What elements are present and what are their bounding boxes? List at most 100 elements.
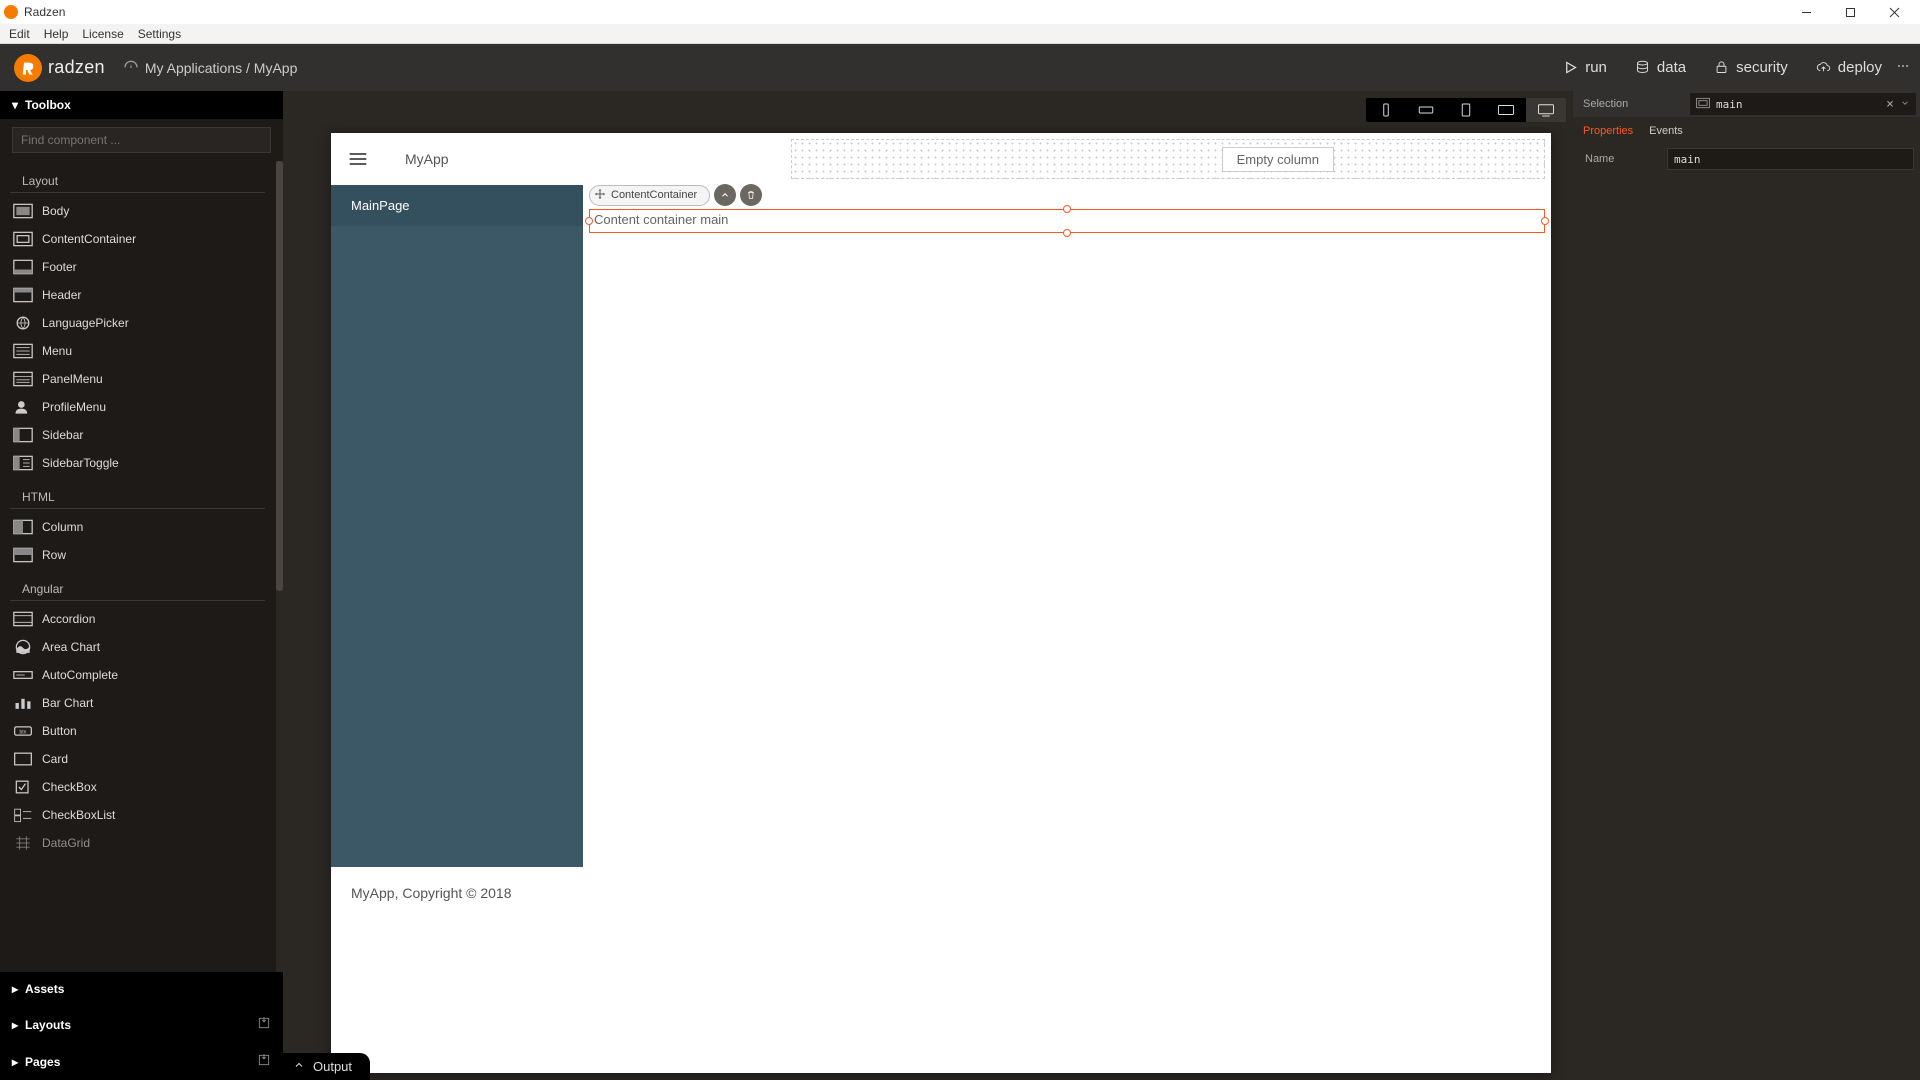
section-angular: Angular	[10, 574, 265, 601]
layouts-section[interactable]: ▸ Layouts	[0, 1006, 283, 1043]
card-icon	[12, 750, 34, 768]
device-tablet-landscape[interactable]	[1486, 98, 1526, 122]
toolbox-header[interactable]: ▾ Toolbox	[0, 91, 283, 119]
pages-section[interactable]: ▸ Pages	[0, 1043, 283, 1080]
page-main: ContentContainer Content container main	[583, 185, 1551, 867]
device-phone-landscape[interactable]	[1406, 98, 1446, 122]
globe-icon	[12, 314, 34, 332]
menu-edit[interactable]: Edit	[2, 25, 37, 43]
property-name-input[interactable]: main	[1667, 148, 1914, 170]
menu-icon	[12, 342, 34, 360]
section-html: HTML	[10, 482, 265, 509]
more-icon[interactable]	[1896, 59, 1910, 76]
run-button[interactable]: run	[1563, 59, 1607, 76]
content-container-label: Content container main	[594, 212, 728, 227]
tool-header[interactable]: Header	[0, 281, 275, 309]
tool-barchart[interactable]: Bar Chart	[0, 689, 275, 717]
clear-selection-icon[interactable]: ×	[1886, 97, 1894, 112]
canvas-area: MyApp Empty column MainPage ContentConta…	[283, 91, 1573, 1080]
menubar: Edit Help License Settings	[0, 24, 1920, 44]
selection-label: Selection	[1573, 98, 1690, 110]
datagrid-icon	[12, 834, 34, 852]
tab-properties[interactable]: Properties	[1583, 125, 1633, 137]
selection-dropdown[interactable]: main ×	[1690, 93, 1916, 115]
device-bar	[1366, 98, 1566, 122]
tool-profilemenu[interactable]: ProfileMenu	[0, 393, 275, 421]
tool-autocomplete[interactable]: AutoComplete	[0, 661, 275, 689]
tool-checkboxlist[interactable]: CheckBoxList	[0, 801, 275, 829]
window-title: Radzen	[24, 5, 1784, 19]
left-sidebar: ▾ Toolbox Layout Body ContentContainer F…	[0, 91, 283, 1080]
resize-handle-bottom[interactable]	[1063, 229, 1071, 237]
person-icon	[12, 398, 34, 416]
tool-datagrid[interactable]: DataGrid	[0, 829, 275, 857]
tool-checkbox[interactable]: CheckBox	[0, 773, 275, 801]
device-tablet-portrait[interactable]	[1446, 98, 1486, 122]
assets-section[interactable]: ▸ Assets	[0, 972, 283, 1006]
content-container-selected[interactable]: Content container main	[589, 209, 1545, 233]
tool-languagepicker[interactable]: LanguagePicker	[0, 309, 275, 337]
tool-areachart[interactable]: Area Chart	[0, 633, 275, 661]
resize-handle-right[interactable]	[1541, 217, 1549, 225]
window-maximize-button[interactable]	[1828, 0, 1872, 24]
autocomplete-icon	[12, 666, 34, 684]
menu-settings[interactable]: Settings	[131, 25, 188, 43]
tool-row[interactable]: Row	[0, 541, 275, 569]
tool-column[interactable]: Column	[0, 513, 275, 541]
sidebar-item-mainpage[interactable]: MainPage	[331, 185, 583, 226]
data-button[interactable]: data	[1635, 59, 1686, 76]
device-phone-portrait[interactable]	[1366, 98, 1406, 122]
security-button[interactable]: security	[1714, 59, 1788, 76]
app-logo	[14, 54, 42, 82]
page-sidebar: MainPage	[331, 185, 583, 867]
search-input[interactable]	[12, 127, 271, 153]
window-minimize-button[interactable]	[1784, 0, 1828, 24]
menu-license[interactable]: License	[75, 25, 130, 43]
areachart-icon	[12, 638, 34, 656]
tool-accordion[interactable]: Accordion	[0, 605, 275, 633]
tool-card[interactable]: Card	[0, 745, 275, 773]
menu-help[interactable]: Help	[37, 25, 76, 43]
import-icon[interactable]	[257, 1016, 271, 1033]
tool-menu[interactable]: Menu	[0, 337, 275, 365]
tab-events[interactable]: Events	[1649, 125, 1683, 137]
tool-button[interactable]: btnButton	[0, 717, 275, 745]
tool-body[interactable]: Body	[0, 197, 275, 225]
delete-selection-button[interactable]	[740, 184, 762, 206]
select-parent-button[interactable]	[714, 184, 736, 206]
chevron-down-icon[interactable]	[1900, 98, 1910, 111]
deploy-button[interactable]: deploy	[1816, 59, 1882, 76]
toolbox-scrollbar[interactable]	[276, 161, 283, 972]
tool-footer[interactable]: Footer	[0, 253, 275, 281]
import-icon[interactable]	[257, 1053, 271, 1070]
tool-panelmenu[interactable]: PanelMenu	[0, 365, 275, 393]
brand-text: radzen	[48, 57, 105, 78]
output-panel-toggle[interactable]: Output	[283, 1053, 370, 1080]
tool-sidebar[interactable]: Sidebar	[0, 421, 275, 449]
empty-column-dropzone[interactable]: Empty column	[791, 139, 1545, 179]
scrollbar-thumb[interactable]	[276, 161, 283, 591]
hamburger-icon[interactable]	[331, 133, 385, 185]
move-icon	[594, 188, 606, 203]
resize-handle-top[interactable]	[1063, 205, 1071, 213]
svg-text:btn: btn	[20, 730, 27, 736]
cloud-upload-icon	[1816, 60, 1831, 75]
property-name-label: Name	[1579, 153, 1667, 165]
breadcrumb[interactable]: My Applications / MyApp	[145, 60, 298, 76]
window-titlebar: Radzen	[0, 0, 1920, 24]
chevron-right-icon: ▸	[12, 982, 18, 996]
app-header: radzen My Applications / MyApp run data …	[0, 44, 1920, 91]
column-icon	[12, 518, 34, 536]
tool-sidebartoggle[interactable]: SidebarToggle	[0, 449, 275, 477]
footer-icon	[12, 258, 34, 276]
toolbox-list: Layout Body ContentContainer Footer Head…	[0, 161, 283, 972]
window-close-button[interactable]	[1872, 0, 1916, 24]
chevron-right-icon: ▸	[12, 1055, 18, 1069]
selection-pill[interactable]: ContentContainer	[589, 185, 710, 206]
sidebar-icon	[12, 426, 34, 444]
tool-contentcontainer[interactable]: ContentContainer	[0, 225, 275, 253]
resize-handle-left[interactable]	[585, 217, 593, 225]
design-canvas[interactable]: MyApp Empty column MainPage ContentConta…	[331, 133, 1551, 1073]
device-desktop[interactable]	[1526, 98, 1566, 122]
barchart-icon	[12, 694, 34, 712]
